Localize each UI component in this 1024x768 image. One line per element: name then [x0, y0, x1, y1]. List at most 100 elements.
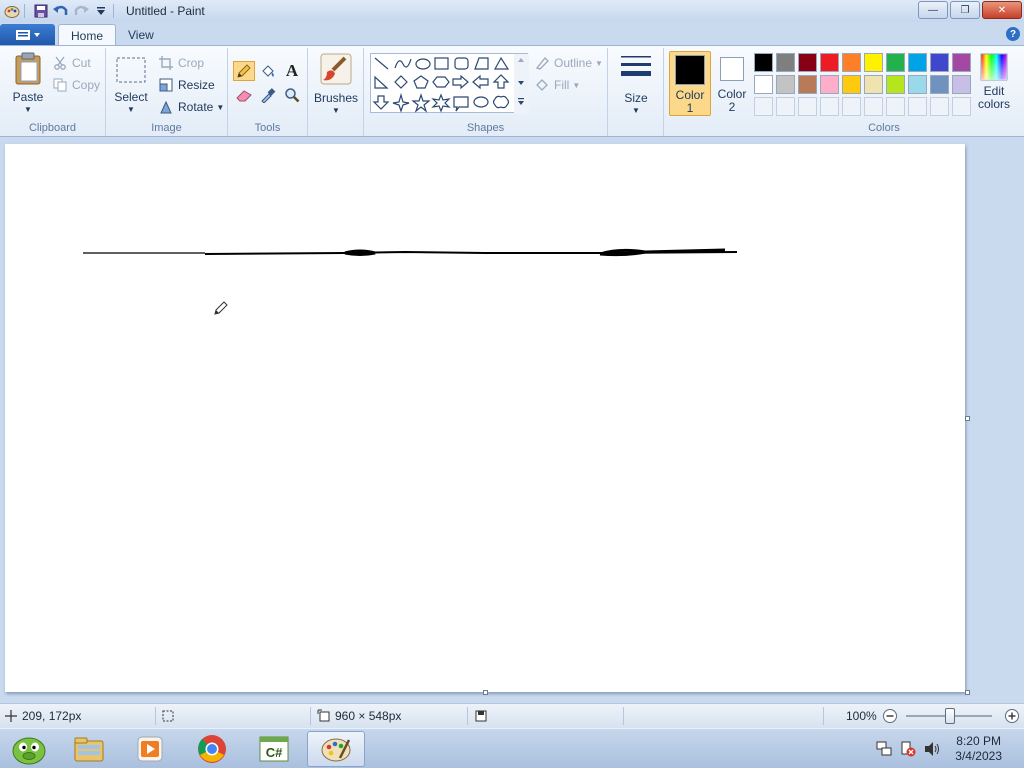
- volume-icon[interactable]: [923, 740, 941, 758]
- palette-empty-swatch[interactable]: [908, 97, 927, 116]
- resize-handle-corner[interactable]: [965, 690, 970, 695]
- palette-swatch[interactable]: [820, 53, 839, 72]
- brushes-button[interactable]: Brushes ▼: [314, 52, 358, 115]
- tab-view[interactable]: View: [116, 24, 166, 46]
- palette-swatch[interactable]: [952, 75, 971, 94]
- csharp-icon: C#: [259, 736, 289, 762]
- palette-swatch[interactable]: [820, 75, 839, 94]
- network-icon[interactable]: [875, 740, 893, 758]
- palette-empty-swatch[interactable]: [952, 97, 971, 116]
- palette-swatch[interactable]: [776, 75, 795, 94]
- palette-swatch[interactable]: [842, 75, 861, 94]
- copy-button[interactable]: Copy: [52, 76, 100, 94]
- palette-swatch[interactable]: [754, 75, 773, 94]
- fill-button[interactable]: Fill ▼: [534, 76, 580, 94]
- cut-button[interactable]: Cut: [52, 54, 91, 72]
- palette-swatch[interactable]: [776, 53, 795, 72]
- paint-app-icon[interactable]: [4, 3, 20, 19]
- rotate-label: Rotate: [178, 100, 214, 114]
- palette-swatch[interactable]: [930, 53, 949, 72]
- outline-button[interactable]: Outline ▼: [534, 54, 603, 72]
- selection-size: [161, 709, 175, 723]
- size-dropdown-arrow[interactable]: ▼: [632, 106, 640, 115]
- action-center-icon[interactable]: [899, 740, 917, 758]
- outline-label: Outline: [554, 56, 593, 70]
- palette-swatch[interactable]: [908, 75, 927, 94]
- rotate-dropdown-arrow[interactable]: ▼: [216, 103, 224, 112]
- select-button[interactable]: Select ▼: [114, 56, 148, 114]
- magnifier-tool[interactable]: [281, 85, 303, 105]
- save-icon[interactable]: [33, 3, 49, 19]
- close-button[interactable]: ✕: [982, 1, 1022, 19]
- palette-empty-swatch[interactable]: [842, 97, 861, 116]
- zoom-in-button[interactable]: [1004, 708, 1020, 724]
- right-arrow-shape-icon: [452, 74, 469, 90]
- paste-button[interactable]: Paste ▼: [8, 52, 48, 114]
- palette-swatch[interactable]: [886, 75, 905, 94]
- color-picker-tool[interactable]: [257, 85, 279, 105]
- palette-empty-swatch[interactable]: [798, 97, 817, 116]
- zoom-slider-thumb[interactable]: [945, 708, 955, 724]
- crop-button[interactable]: Crop: [158, 54, 204, 72]
- palette-swatch[interactable]: [842, 53, 861, 72]
- color-2-button[interactable]: Color 2: [713, 51, 751, 116]
- pencil-tool[interactable]: [233, 61, 255, 81]
- taskbar-paint[interactable]: [307, 731, 365, 767]
- palette-empty-swatch[interactable]: [864, 97, 883, 116]
- resize-button[interactable]: Resize: [158, 76, 215, 94]
- resize-handle-bottom[interactable]: [483, 690, 488, 695]
- select-dropdown-arrow[interactable]: ▼: [127, 105, 135, 114]
- palette-empty-swatch[interactable]: [886, 97, 905, 116]
- paste-dropdown-arrow[interactable]: ▼: [24, 105, 32, 114]
- cursor-position: 209, 172px: [4, 709, 81, 723]
- palette-empty-swatch[interactable]: [754, 97, 773, 116]
- help-icon[interactable]: ?: [1006, 27, 1020, 41]
- start-button[interactable]: [0, 731, 58, 767]
- zoom-out-button[interactable]: [882, 708, 898, 724]
- palette-swatch[interactable]: [754, 53, 773, 72]
- palette-empty-swatch[interactable]: [776, 97, 795, 116]
- restore-button[interactable]: ❐: [950, 1, 980, 19]
- window-controls: — ❐ ✕: [916, 1, 1022, 19]
- palette-swatch[interactable]: [864, 53, 883, 72]
- drawing-canvas[interactable]: [5, 144, 970, 695]
- title-bar: Untitled - Paint — ❐ ✕: [0, 0, 1024, 22]
- customize-quick-access-icon[interactable]: [93, 3, 109, 19]
- text-tool[interactable]: A: [281, 61, 303, 81]
- eraser-tool[interactable]: [233, 85, 255, 105]
- palette-swatch[interactable]: [886, 53, 905, 72]
- edit-colors-button[interactable]: Edit colors: [975, 53, 1013, 111]
- palette-swatch[interactable]: [930, 75, 949, 94]
- palette-swatch[interactable]: [908, 53, 927, 72]
- palette-swatch[interactable]: [952, 53, 971, 72]
- color-1-button[interactable]: Color 1: [669, 51, 711, 116]
- palette-swatch[interactable]: [864, 75, 883, 94]
- resize-handle-right[interactable]: [965, 416, 970, 421]
- shapes-gallery-icons: [372, 54, 529, 114]
- taskbar-file-explorer[interactable]: [60, 731, 118, 767]
- palette-empty-swatch[interactable]: [820, 97, 839, 116]
- taskbar-media-player[interactable]: [121, 731, 179, 767]
- image-group-label: Image: [151, 122, 182, 134]
- five-point-star-shape-icon: [411, 93, 431, 113]
- minimize-button[interactable]: —: [918, 1, 948, 19]
- redo-icon[interactable]: [73, 3, 89, 19]
- taskbar-csharp-editor[interactable]: C#: [245, 731, 303, 767]
- rotate-button[interactable]: Rotate ▼: [158, 98, 224, 116]
- palette-swatch[interactable]: [798, 75, 817, 94]
- outline-dropdown-arrow[interactable]: ▼: [595, 59, 603, 68]
- tab-home[interactable]: Home: [58, 24, 117, 46]
- clock[interactable]: 8:20 PM 3/4/2023: [955, 734, 1002, 764]
- palette-swatch[interactable]: [798, 53, 817, 72]
- fill-dropdown-arrow[interactable]: ▼: [572, 81, 580, 90]
- taskbar-chrome[interactable]: [183, 731, 241, 767]
- fill-tool[interactable]: [257, 61, 279, 81]
- palette-empty-swatch[interactable]: [930, 97, 949, 116]
- size-button[interactable]: Size ▼: [614, 52, 658, 115]
- undo-icon[interactable]: [53, 3, 69, 19]
- rounded-callout-shape-icon: [453, 96, 469, 112]
- brushes-dropdown-arrow[interactable]: ▼: [332, 106, 340, 115]
- paint-menu-button[interactable]: [0, 24, 55, 46]
- oval-shape-icon: [415, 58, 431, 70]
- tools-group: A Tools: [228, 48, 308, 136]
